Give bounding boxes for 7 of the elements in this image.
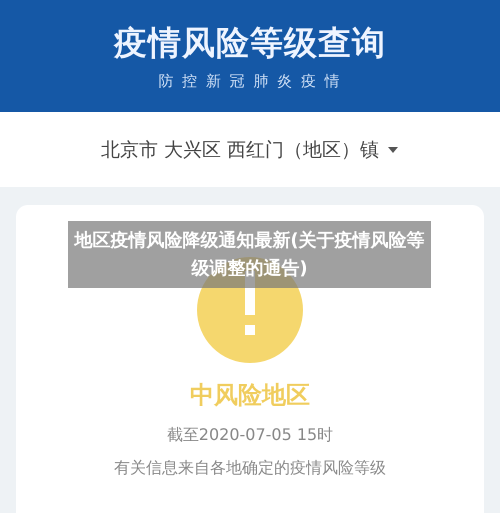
risk-level: 中风险地区 — [190, 380, 310, 411]
caret-icon — [387, 146, 400, 154]
caption-text: 地区疫情风险降级通知最新(关于疫情风险等级调整的通告) — [74, 228, 425, 280]
page-title: 疫情风险等级查询 — [114, 22, 386, 64]
page-subtitle: 防 控 新 冠 肺 炎 疫 情 — [158, 72, 342, 91]
source-note: 有关信息来自各地确定的疫情风险等级 — [114, 458, 386, 479]
update-time: 截至2020-07-05 15时 — [166, 425, 334, 446]
